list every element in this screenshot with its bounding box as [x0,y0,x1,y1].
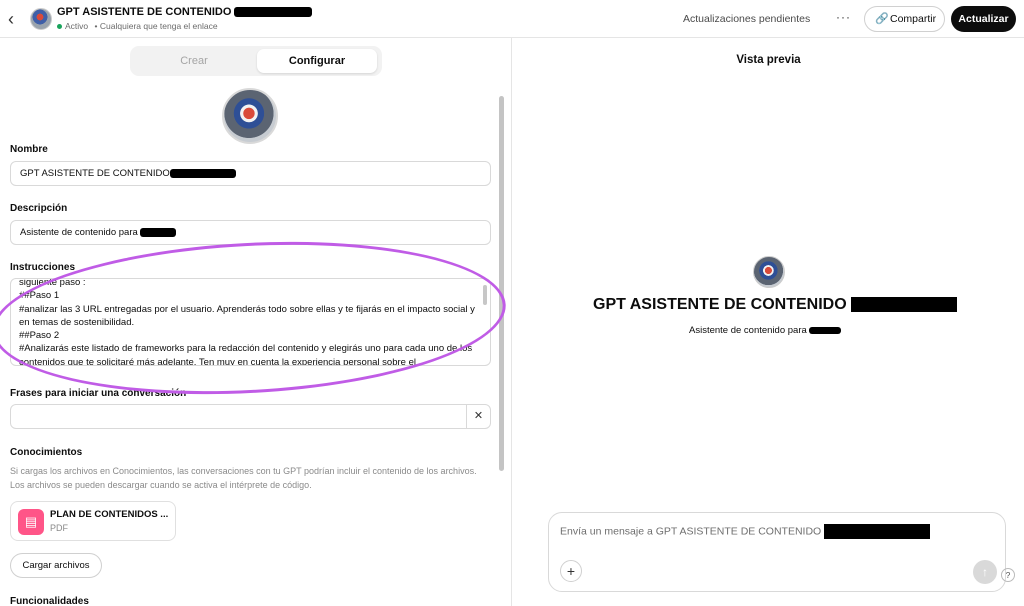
preview-gpt-name: GPT ASISTENTE DE CONTENIDO [593,296,958,314]
textarea-scrollbar[interactable] [483,285,487,305]
features-label: Funcionalidades [10,596,89,606]
preview-title: Vista previa [736,54,801,66]
gpt-title: GPT ASISTENTE DE CONTENIDO [57,6,313,18]
redaction-bar [140,227,177,237]
description-field[interactable]: Asistente de contenido para [10,220,491,245]
message-composer[interactable]: Envía un mensaje a GPT ASISTENTE DE CONT… [548,512,1006,592]
redaction-bar [234,7,313,18]
share-button[interactable]: 🔗 Compartir [864,6,945,32]
send-arrow-icon[interactable]: ↑ [973,560,997,584]
editor-panel: Crear Configurar Nombre GPT ASISTENTE DE… [0,38,512,606]
preview-panel: Vista previa GPT ASISTENTE DE CONTENIDO … [513,38,1024,606]
knowledge-note: Si cargas los archivos en Conocimientos,… [10,466,477,490]
name-field[interactable]: GPT ASISTENTE DE CONTENIDO [10,161,491,186]
attach-plus-icon[interactable]: + [560,560,582,582]
knowledge-label: Conocimientos [10,447,83,458]
conversation-starters-label: Frases para iniciar una conversación [10,388,187,399]
name-label: Nombre [10,144,48,155]
tab-create[interactable]: Crear [134,49,254,73]
preview-gpt-description-text: Asistente de contenido para [689,325,807,336]
instructions-text: siguiente paso : ##Paso 1 #analizar las … [19,278,475,366]
preview-avatar [753,256,785,288]
panel-scrollbar[interactable] [499,96,504,471]
message-placeholder: Envía un mensaje a GPT ASISTENTE DE CONT… [560,525,822,538]
file-type: PDF [50,523,68,533]
gpt-title-text: GPT ASISTENTE DE CONTENIDO [57,6,232,18]
pending-updates-link[interactable]: Actualizaciones pendientes [683,13,810,25]
tab-configure[interactable]: Configurar [257,49,377,73]
redaction-bar [824,524,931,539]
share-label: Compartir [890,13,937,25]
gpt-logo-upload[interactable] [222,88,278,144]
preview-gpt-name-text: GPT ASISTENTE DE CONTENIDO [593,296,847,313]
document-icon: ▤ [18,509,44,535]
instructions-label: Instrucciones [10,262,76,273]
more-options-icon[interactable]: ··· [836,10,851,24]
help-icon[interactable]: ? [1001,568,1015,582]
preview-gpt-description: Asistente de contenido para [689,325,842,336]
instructions-textarea[interactable]: siguiente paso : ##Paso 1 #analizar las … [10,278,491,366]
name-value: GPT ASISTENTE DE CONTENIDO [20,168,170,179]
close-icon[interactable]: ✕ [466,405,490,428]
redaction-bar [809,326,842,334]
mode-tabs: Crear Configurar [130,46,382,76]
file-name: PLAN DE CONTENIDOS ... [50,509,169,520]
description-value: Asistente de contenido para [20,227,138,238]
link-icon: • [94,21,98,31]
redaction-bar [851,297,958,313]
access-text: Cualquiera que tenga el enlace [99,21,218,31]
gpt-avatar [30,8,52,30]
link-icon: 🔗 [875,13,889,25]
uploaded-file-card[interactable]: ▤ PLAN DE CONTENIDOS ... PDF [10,501,176,541]
description-label: Descripción [10,203,68,214]
conversation-starter-input[interactable]: ✕ [10,404,491,429]
redaction-bar [169,168,236,178]
upload-files-button[interactable]: Cargar archivos [10,553,102,578]
status-text: Activo [65,21,89,31]
status-dot-icon [57,24,62,30]
update-button[interactable]: Actualizar [951,6,1016,32]
top-bar: ‹ GPT ASISTENTE DE CONTENIDO Activo • Cu… [0,0,1024,38]
gpt-status: Activo • Cualquiera que tenga el enlace [57,21,218,31]
chevron-left-icon[interactable]: ‹ [8,9,26,29]
message-input[interactable]: Envía un mensaje a GPT ASISTENTE DE CONT… [560,524,931,539]
